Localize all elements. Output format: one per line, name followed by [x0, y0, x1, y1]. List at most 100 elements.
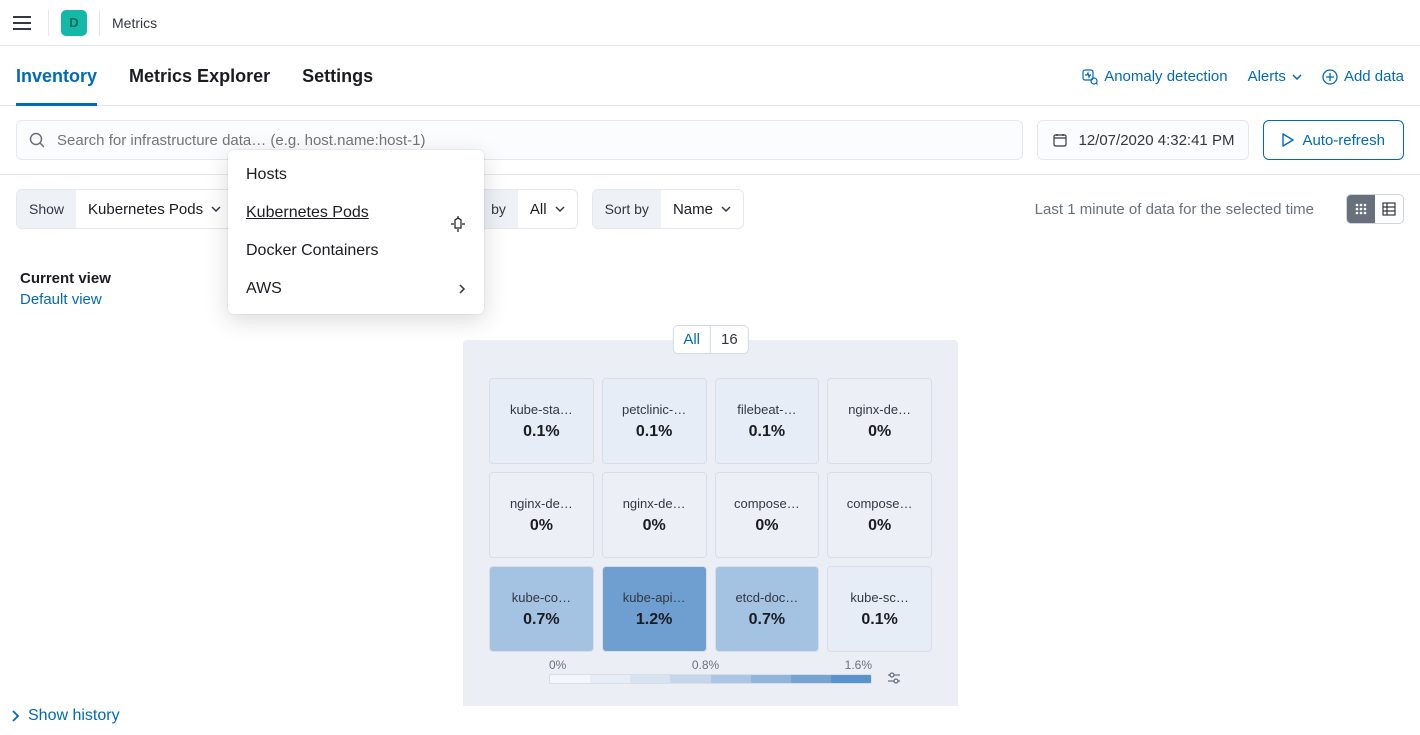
chevron-down-icon	[721, 206, 731, 212]
groupby-label: by	[479, 190, 518, 228]
pod-tile-value: 0%	[868, 517, 891, 535]
pod-tile-value: 0.1%	[523, 423, 559, 441]
current-view: Current view Default view	[20, 270, 111, 308]
time-value: 12/07/2020 4:32:41 PM	[1078, 132, 1234, 149]
anomaly-detection-label: Anomaly detection	[1104, 68, 1227, 85]
pod-tile-name: kube-sta…	[510, 402, 573, 417]
show-dropdown-menu: Hosts Kubernetes Pods Docker Containers …	[228, 150, 484, 314]
plus-circle-icon	[1322, 69, 1338, 85]
chevron-right-icon	[10, 709, 20, 723]
chevron-right-icon	[458, 283, 466, 295]
legend-bar	[549, 674, 872, 684]
add-data-label: Add data	[1344, 68, 1404, 85]
pod-tile[interactable]: filebeat-…0.1%	[715, 378, 820, 464]
table-view-button[interactable]	[1375, 195, 1403, 223]
pod-tile[interactable]: nginx-de…0%	[602, 472, 707, 558]
pod-tile[interactable]: nginx-de… 0%	[827, 378, 932, 464]
search-input-wrapper[interactable]	[16, 120, 1023, 160]
sortby-filter: Sort by Name	[592, 189, 744, 229]
tab-metrics-explorer[interactable]: Metrics Explorer	[129, 66, 270, 105]
alerts-dropdown[interactable]: Alerts	[1248, 68, 1302, 85]
dropdown-option-hosts[interactable]: Hosts	[228, 156, 484, 194]
time-picker[interactable]: 12/07/2020 4:32:41 PM	[1037, 120, 1249, 160]
divider	[48, 10, 49, 36]
chevron-down-icon	[1292, 74, 1302, 80]
breadcrumb[interactable]: Metrics	[112, 15, 157, 31]
top-bar: D Metrics	[0, 0, 1420, 46]
sliders-icon	[886, 670, 902, 686]
pod-tile-name: kube-co…	[512, 590, 571, 605]
play-icon	[1282, 133, 1294, 147]
add-data-button[interactable]: Add data	[1322, 68, 1404, 85]
anomaly-icon	[1082, 69, 1098, 85]
auto-refresh-label: Auto-refresh	[1302, 132, 1385, 149]
current-view-label: Current view	[20, 270, 111, 287]
divider	[99, 10, 100, 36]
pod-tile[interactable]: nginx-de…0%	[489, 472, 594, 558]
legend-max: 1.6%	[845, 658, 872, 672]
current-view-link[interactable]: Default view	[20, 291, 111, 308]
pod-tile-value: 0%	[755, 517, 778, 535]
calendar-icon	[1052, 132, 1068, 148]
pod-tile-name: compose…	[847, 496, 913, 511]
table-icon	[1382, 202, 1396, 216]
pod-tile[interactable]: compose… 0%	[715, 472, 820, 558]
pod-tile-name: petclinic-…	[622, 402, 686, 417]
pod-tile[interactable]: etcd-doc…0.7%	[715, 566, 820, 652]
legend-labels: 0% 0.8% 1.6%	[489, 658, 932, 672]
tabs: Inventory Metrics Explorer Settings	[16, 66, 373, 105]
pod-tile-value: 0%	[643, 517, 666, 535]
pod-tile[interactable]: kube-sc…0.1%	[827, 566, 932, 652]
pod-tile[interactable]: kube-co… 0.7%	[489, 566, 594, 652]
space-badge[interactable]: D	[61, 10, 87, 36]
pod-tile[interactable]: petclinic-… 0.1%	[602, 378, 707, 464]
show-label: Show	[17, 190, 76, 228]
filter-row: Show Kubernetes Pods by All Sort by Name…	[0, 175, 1420, 243]
grid-view-button[interactable]	[1347, 195, 1375, 223]
hamburger-icon	[13, 16, 31, 30]
pod-tile-value: 0%	[868, 423, 891, 441]
groupby-filter: by All	[478, 189, 577, 229]
sortby-dropdown[interactable]: Name	[661, 190, 743, 228]
dropdown-option-docker-containers[interactable]: Docker Containers	[228, 232, 484, 270]
groupby-value: All	[530, 201, 547, 218]
tab-actions: Anomaly detection Alerts Add data	[1082, 68, 1404, 103]
anomaly-detection-link[interactable]: Anomaly detection	[1082, 68, 1227, 85]
pod-tile[interactable]: kube-api…1.2%	[602, 566, 707, 652]
dropdown-option-label: Kubernetes Pods	[246, 204, 369, 222]
pod-tile[interactable]: compose… 0%	[827, 472, 932, 558]
chevron-down-icon	[555, 206, 565, 212]
menu-toggle-button[interactable]	[8, 9, 36, 37]
pod-tile-name: compose…	[734, 496, 800, 511]
legend-min: 0%	[549, 658, 566, 672]
tab-inventory[interactable]: Inventory	[16, 66, 97, 105]
legend-settings-button[interactable]	[886, 670, 902, 686]
pod-tile-value: 0.1%	[636, 423, 672, 441]
pod-tile-name: etcd-doc…	[735, 590, 798, 605]
auto-refresh-button[interactable]: Auto-refresh	[1263, 120, 1404, 160]
dropdown-option-label: Hosts	[246, 166, 287, 184]
dropdown-option-aws[interactable]: AWS	[228, 270, 484, 308]
chevron-down-icon	[211, 206, 221, 212]
pod-tile-name: kube-api…	[623, 590, 686, 605]
group-pill-count: 16	[711, 326, 748, 353]
tile-grid: kube-sta… 0.1% petclinic-… 0.1% filebeat-…0.…	[489, 378, 932, 652]
tab-settings[interactable]: Settings	[302, 66, 373, 105]
dropdown-option-label: Docker Containers	[246, 242, 379, 260]
pod-tile-value: 0%	[530, 517, 553, 535]
show-history-button[interactable]: Show history	[10, 707, 120, 725]
data-range-info: Last 1 minute of data for the selected t…	[1035, 201, 1314, 218]
search-input[interactable]	[55, 131, 1010, 150]
pod-tile-name: nginx-de…	[848, 402, 911, 417]
legend	[489, 674, 932, 684]
show-history-label: Show history	[28, 707, 120, 725]
groupby-dropdown[interactable]: All	[518, 190, 577, 228]
dropdown-option-kubernetes-pods[interactable]: Kubernetes Pods	[228, 194, 484, 232]
pod-tile-value: 0.7%	[523, 611, 559, 629]
pod-tile[interactable]: kube-sta… 0.1%	[489, 378, 594, 464]
dropdown-option-label: AWS	[246, 280, 282, 298]
tab-row: Inventory Metrics Explorer Settings Anom…	[0, 46, 1420, 106]
alerts-label: Alerts	[1248, 68, 1286, 85]
show-dropdown[interactable]: Kubernetes Pods	[76, 190, 233, 228]
group-pill[interactable]: All 16	[672, 325, 748, 354]
